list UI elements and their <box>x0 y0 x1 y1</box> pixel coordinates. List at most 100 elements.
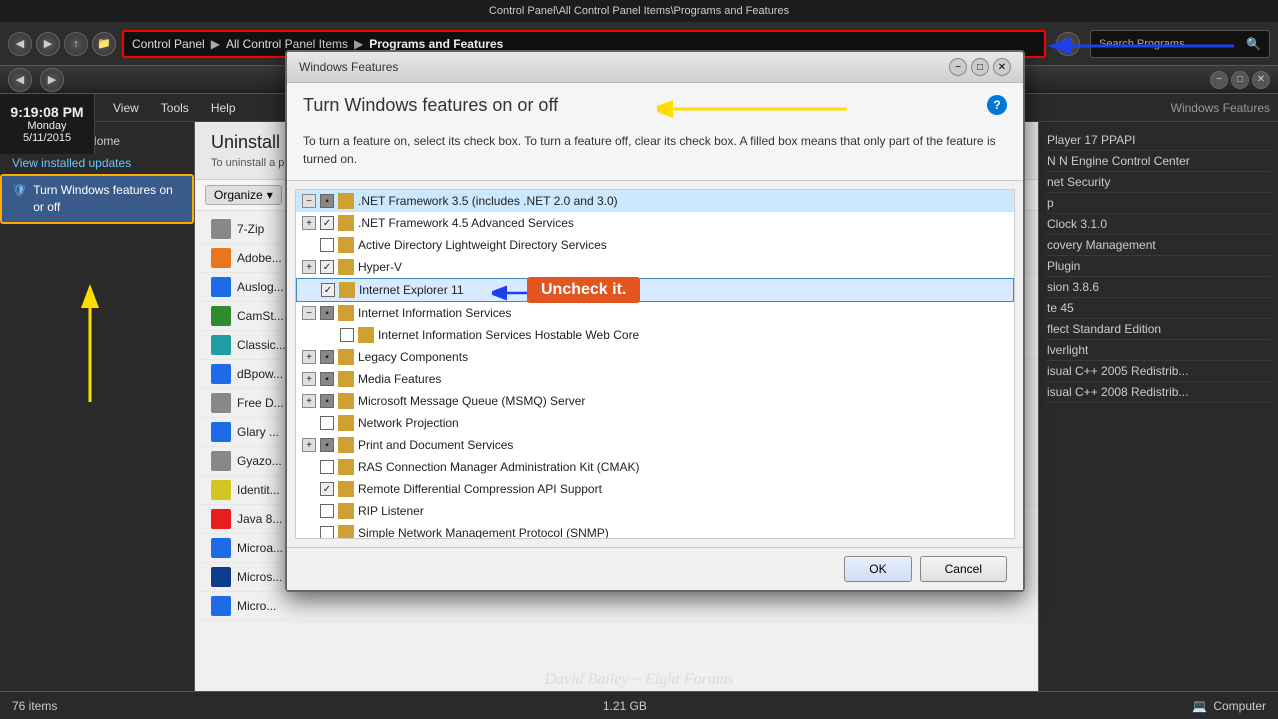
window-features-label: Windows Features <box>1171 101 1270 115</box>
sidebar-view-updates[interactable]: View installed updates <box>0 152 194 174</box>
cancel-button[interactable]: Cancel <box>920 556 1007 582</box>
computer-info: 💻 Computer <box>1192 699 1266 713</box>
breadcrumb-cp[interactable]: Control Panel <box>132 37 205 51</box>
feature-checkbox-ie11[interactable]: ✓ <box>321 283 335 297</box>
feature-checkbox[interactable]: ▪ <box>320 194 334 208</box>
search-icon[interactable]: 🔍 <box>1246 37 1261 51</box>
prog-icon <box>211 538 231 558</box>
breadcrumb-programs[interactable]: Programs and Features <box>369 37 503 51</box>
feature-checkbox[interactable] <box>320 460 334 474</box>
win-minimize-btn[interactable]: − <box>1210 71 1228 89</box>
feature-folder-icon <box>338 193 354 209</box>
feature-item-rdc[interactable]: ✓ Remote Differential Compression API Su… <box>296 478 1014 500</box>
right-item: Plugin <box>1047 256 1270 277</box>
back-button[interactable]: ◀ <box>8 32 32 56</box>
prog-icon <box>211 306 231 326</box>
ok-button[interactable]: OK <box>844 556 911 582</box>
feature-checkbox[interactable]: ✓ <box>320 482 334 496</box>
prog-icon <box>211 509 231 529</box>
feature-item-iis-hwc[interactable]: Internet Information Services Hostable W… <box>316 324 1014 346</box>
feature-checkbox[interactable]: ▪ <box>320 350 334 364</box>
up-button[interactable]: ↑ <box>64 32 88 56</box>
expand-icon[interactable]: − <box>302 306 316 320</box>
win-maximize-btn[interactable]: □ <box>1231 71 1249 89</box>
feature-item-legacy[interactable]: + ▪ Legacy Components <box>296 346 1014 368</box>
expand-icon[interactable]: + <box>302 372 316 386</box>
feature-list[interactable]: − ▪ .NET Framework 3.5 (includes .NET 2.… <box>295 189 1015 539</box>
right-item: Player 17 PPAPI <box>1047 130 1270 151</box>
feature-item-net45[interactable]: + ✓ .NET Framework 4.5 Advanced Services <box>296 212 1014 234</box>
win-back-btn[interactable]: ◀ <box>8 68 32 92</box>
windows-features-dialog[interactable]: Windows Features − □ ✕ Turn Windows feat… <box>285 50 1025 592</box>
search-box[interactable]: Search Programs... 🔍 <box>1090 30 1270 58</box>
feature-item-iis[interactable]: − ▪ Internet Information Services <box>296 302 1014 324</box>
feature-folder-icon <box>338 215 354 231</box>
prog-icon <box>211 248 231 268</box>
feature-item-net35[interactable]: − ▪ .NET Framework 3.5 (includes .NET 2.… <box>296 190 1014 212</box>
dialog-close-btn[interactable]: ✕ <box>993 58 1011 76</box>
right-panel: Player 17 PPAPI N N Engine Control Cente… <box>1038 122 1278 719</box>
feature-item-netproj[interactable]: Network Projection <box>296 412 1014 434</box>
feature-checkbox[interactable] <box>320 504 334 518</box>
win-close-btn[interactable]: ✕ <box>1252 71 1270 89</box>
expand-icon[interactable]: − <box>302 194 316 208</box>
menu-tools[interactable]: Tools <box>151 98 199 118</box>
feature-checkbox[interactable] <box>320 526 334 539</box>
feature-folder-icon <box>338 459 354 475</box>
size-info: 1.21 GB <box>603 699 647 713</box>
feature-folder-icon <box>338 415 354 431</box>
expand-icon[interactable]: + <box>302 438 316 452</box>
feature-checkbox[interactable]: ✓ <box>320 260 334 274</box>
feature-checkbox[interactable]: ▪ <box>320 372 334 386</box>
expand-icon[interactable]: + <box>302 216 316 230</box>
feature-item-print[interactable]: + ▪ Print and Document Services <box>296 434 1014 456</box>
feature-folder-icon <box>338 259 354 275</box>
organize-button[interactable]: Organize ▾ <box>205 185 282 205</box>
feature-checkbox[interactable]: ✓ <box>320 216 334 230</box>
menu-view[interactable]: View <box>103 98 149 118</box>
feature-item-hyperv[interactable]: + ✓ Hyper-V <box>296 256 1014 278</box>
breadcrumb-all[interactable]: All Control Panel Items <box>226 37 348 51</box>
expand-icon[interactable]: + <box>302 350 316 364</box>
feature-folder-icon <box>338 503 354 519</box>
sidebar-turn-windows[interactable]: 🛡 Turn Windows features on or off <box>0 174 194 224</box>
feature-item-ras[interactable]: RAS Connection Manager Administration Ki… <box>296 456 1014 478</box>
feature-item-media[interactable]: + ▪ Media Features <box>296 368 1014 390</box>
feature-checkbox[interactable]: ▪ <box>320 394 334 408</box>
list-item[interactable]: Micro... <box>195 592 1038 621</box>
feature-item-ie11[interactable]: ✓ Internet Explorer 11 Uncheck it. <box>296 278 1014 302</box>
dialog-maximize-btn[interactable]: □ <box>971 58 989 76</box>
dialog-minimize-btn[interactable]: − <box>949 58 967 76</box>
feature-folder-icon <box>338 305 354 321</box>
right-item: te 45 <box>1047 298 1270 319</box>
right-item: sion 3.8.6 <box>1047 277 1270 298</box>
feature-item-snmp[interactable]: Simple Network Management Protocol (SNMP… <box>296 522 1014 539</box>
feature-checkbox[interactable] <box>320 238 334 252</box>
feature-checkbox[interactable] <box>340 328 354 342</box>
feature-checkbox[interactable]: ▪ <box>320 306 334 320</box>
feature-checkbox[interactable]: ▪ <box>320 438 334 452</box>
refresh-button[interactable]: ↻ <box>1056 32 1080 56</box>
feature-folder-icon <box>338 371 354 387</box>
dialog-controls: − □ ✕ <box>949 58 1011 76</box>
feature-folder-icon <box>338 393 354 409</box>
right-item: lverlight <box>1047 340 1270 361</box>
win-fwd-btn[interactable]: ▶ <box>40 68 64 92</box>
menu-help[interactable]: Help <box>201 98 246 118</box>
dialog-titlebar-text: Windows Features <box>299 60 398 74</box>
window-title-text: Control Panel\All Control Panel Items\Pr… <box>489 5 789 17</box>
right-item: flect Standard Edition <box>1047 319 1270 340</box>
prog-icon <box>211 596 231 616</box>
expand-icon[interactable]: + <box>302 394 316 408</box>
dialog-header: Turn Windows features on or off ? <box>287 83 1023 124</box>
feature-item-rip[interactable]: RIP Listener <box>296 500 1014 522</box>
forward-button[interactable]: ▶ <box>36 32 60 56</box>
yellow-title-arrow <box>657 97 857 121</box>
feature-checkbox[interactable] <box>320 416 334 430</box>
expand-icon[interactable]: + <box>302 260 316 274</box>
dialog-footer: OK Cancel <box>287 547 1023 590</box>
feature-item-adlds[interactable]: Active Directory Lightweight Directory S… <box>296 234 1014 256</box>
feature-item-msmq[interactable]: + ▪ Microsoft Message Queue (MSMQ) Serve… <box>296 390 1014 412</box>
items-count: 76 items <box>12 699 57 713</box>
help-icon[interactable]: ? <box>987 95 1007 115</box>
